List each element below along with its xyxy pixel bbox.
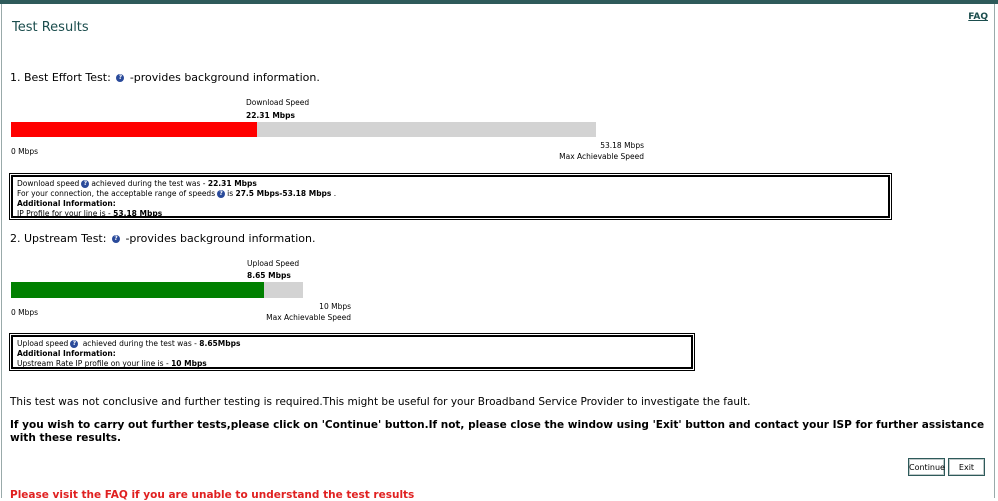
help-icon[interactable]: ? (70, 340, 79, 348)
inconclusive-message: This test was not conclusive and further… (10, 396, 751, 408)
best-effort-heading: 1. Best Effort Test: ? -provides backgro… (10, 71, 320, 84)
upload-info-text: Upload speed (17, 339, 69, 348)
acceptable-range-text: For your connection, the acceptable rang… (17, 189, 216, 198)
continue-button[interactable]: Continue (908, 458, 945, 476)
download-info-value: 22.31 Mbps (207, 179, 257, 188)
upstream-profile-value: 10 Mbps (171, 359, 207, 368)
upload-speed-value: 8.65 Mbps (247, 271, 291, 280)
faq-link[interactable]: FAQ (968, 12, 988, 22)
help-icon[interactable]: ? (217, 190, 226, 198)
download-speed-label: Download Speed (246, 98, 310, 107)
faq-hint-message: Please visit the FAQ if you are unable t… (10, 489, 415, 501)
upload-info-value: 8.65Mbps (199, 339, 241, 348)
upload-speed-bar (11, 282, 303, 298)
upload-min-label: 0 Mbps (11, 308, 39, 317)
download-speed-bar (11, 122, 596, 137)
upload-info-text: achieved during the test was - (80, 339, 200, 348)
ip-profile-line: IP Profile for your line is - 53.18 Mbps (17, 209, 884, 219)
upstream-heading: 2. Upstream Test: ? -provides background… (10, 232, 316, 245)
upload-max-label: Max Achievable Speed (266, 313, 351, 322)
best-effort-heading-suffix: -provides background information. (129, 71, 320, 84)
upload-max-value: 10 Mbps (319, 302, 351, 311)
best-effort-heading-prefix: 1. Best Effort Test: (10, 71, 111, 84)
exit-button[interactable]: Exit (948, 458, 985, 476)
help-icon[interactable]: ? (81, 180, 90, 188)
upstream-heading-suffix: -provides background information. (125, 232, 316, 245)
download-min-label: 0 Mbps (11, 147, 39, 156)
additional-info-heading: Additional Information: (17, 349, 116, 358)
download-max-value: 53.18 Mbps (600, 141, 644, 150)
upload-info-line: Upload speed? achieved during the test w… (17, 339, 687, 349)
upload-info-box: Upload speed? achieved during the test w… (9, 333, 695, 371)
page-title: Test Results (12, 20, 89, 35)
acceptable-range-text: is (227, 189, 236, 198)
ip-profile-text: IP Profile for your line is - (17, 209, 114, 218)
acceptable-range-line: For your connection, the acceptable rang… (17, 189, 884, 199)
download-info-box: Download speed? achieved during the test … (9, 173, 892, 220)
download-info-line: Download speed? achieved during the test … (17, 179, 884, 189)
instruction-message: If you wish to carry out further tests,p… (10, 419, 985, 444)
upload-speed-label: Upload Speed (247, 259, 300, 268)
acceptable-range-value: 27.5 Mbps-53.18 Mbps (235, 189, 332, 198)
acceptable-range-end: . (331, 189, 337, 198)
download-info-text: achieved during the test was - (91, 179, 208, 188)
download-info-text: Download speed (17, 179, 80, 188)
download-speed-value: 22.31 Mbps (246, 111, 295, 120)
upload-speed-bar-fill (11, 282, 264, 298)
download-max-label: Max Achievable Speed (559, 152, 644, 161)
help-icon[interactable]: ? (111, 235, 120, 243)
upstream-profile-line: Upstream Rate IP profile on your line is… (17, 359, 687, 369)
help-icon[interactable]: ? (116, 74, 125, 82)
ip-profile-value: 53.18 Mbps (113, 209, 163, 218)
upstream-profile-text: Upstream Rate IP profile on your line is… (17, 359, 172, 368)
download-speed-bar-fill (11, 122, 257, 137)
additional-info-heading: Additional Information: (17, 199, 116, 208)
upstream-heading-prefix: 2. Upstream Test: (10, 232, 107, 245)
